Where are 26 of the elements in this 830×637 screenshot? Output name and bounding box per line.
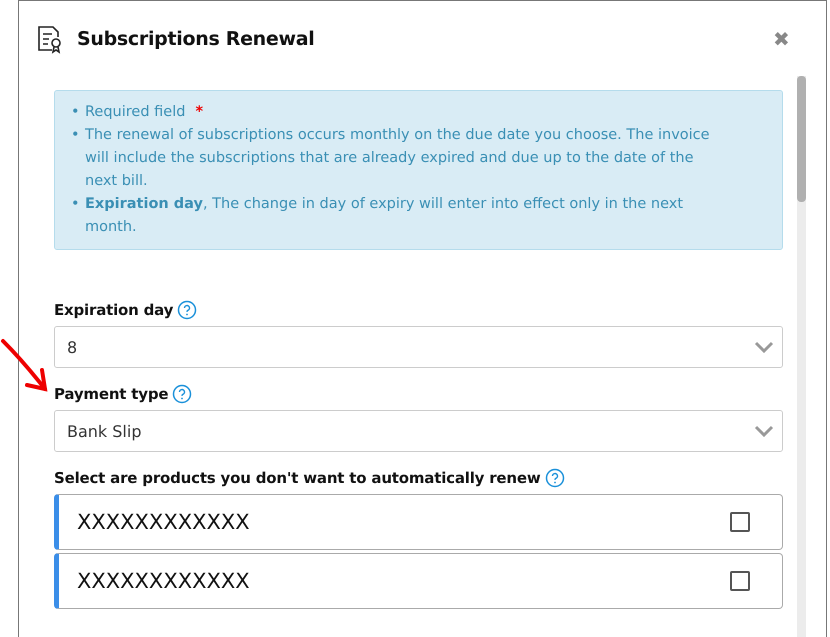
required-mark: * — [195, 103, 204, 122]
product-row[interactable]: XXXXXXXXXXXX — [54, 553, 783, 609]
help-icon[interactable] — [544, 468, 565, 488]
info-text: Required field — [85, 103, 186, 122]
field-label: Expiration day — [54, 301, 174, 319]
select-field[interactable]: Bank Slip — [54, 410, 783, 452]
checkbox[interactable] — [730, 512, 750, 532]
select-field[interactable]: 8 — [54, 326, 783, 368]
info-text: Expiration day, The change in day of expiry will enter into effect only in the next month. — [85, 195, 684, 237]
info-text: The renewal of subscriptions occurs monthly on the due date you choose. The invoice will include the subscriptions that are already expired and due up to the date of the next bill. — [85, 126, 711, 191]
chevron-down-icon — [754, 425, 774, 437]
close-button[interactable]: ✖ — [773, 26, 790, 52]
checkbox[interactable] — [730, 571, 750, 591]
bullet: • — [71, 195, 81, 214]
bullet: • — [71, 103, 81, 122]
chevron-down-icon — [754, 341, 774, 353]
field-label: Select are products you don't want to automatically renew — [54, 469, 541, 487]
help-icon[interactable] — [177, 300, 198, 320]
scrollbar[interactable] — [797, 76, 806, 637]
product-name: XXXXXXXXXXXX — [77, 569, 251, 593]
product-row[interactable]: XXXXXXXXXXXX — [54, 494, 783, 550]
bullet: • — [71, 126, 81, 145]
dialog-title: Subscriptions Renewal — [77, 28, 316, 50]
field-label: Payment type — [54, 385, 168, 403]
product-name: XXXXXXXXXXXX — [77, 510, 251, 534]
help-icon[interactable] — [172, 384, 192, 404]
